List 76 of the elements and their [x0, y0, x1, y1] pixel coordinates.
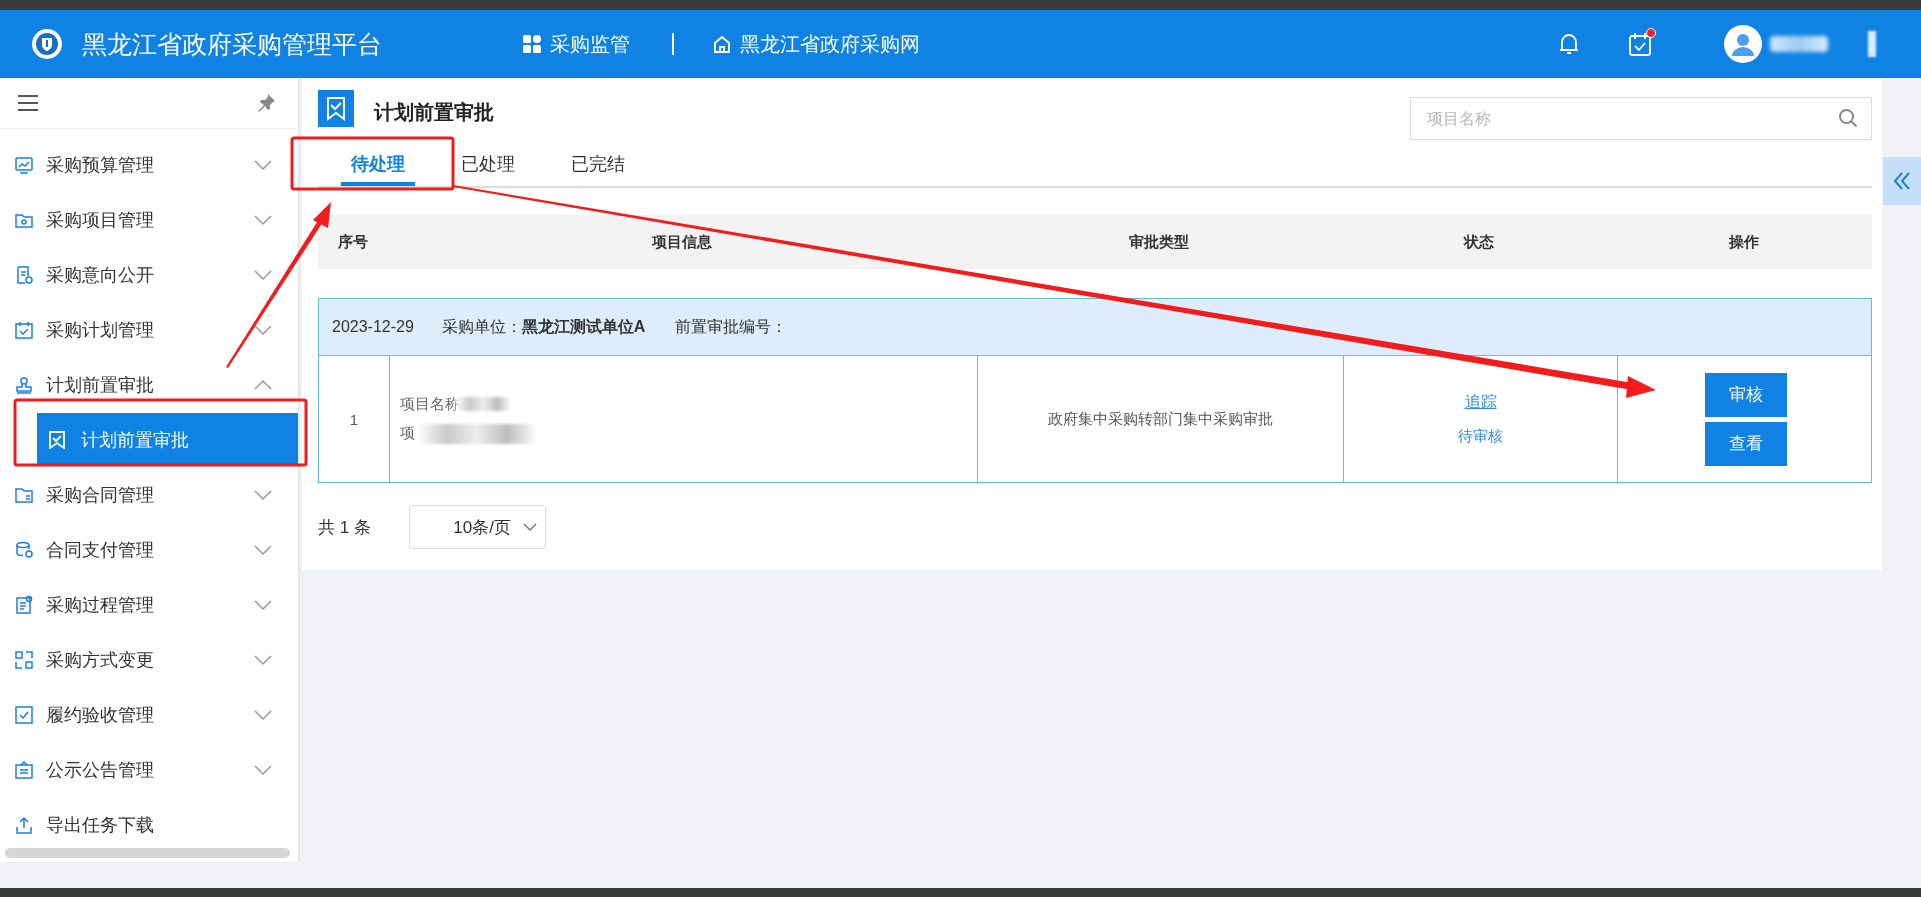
sidebar-item[interactable]: 采购合同管理: [0, 467, 298, 522]
chart-icon: [14, 154, 34, 175]
status-text: 待审核: [1458, 427, 1503, 446]
table-cell: 政府集中采购转部门集中采购审批: [977, 356, 1343, 482]
action-button[interactable]: 查看: [1704, 421, 1787, 466]
action-button[interactable]: 审核: [1704, 372, 1787, 417]
nav-link[interactable]: 黑龙江省政府采购网: [712, 30, 920, 58]
column-header: 操作: [1728, 232, 1760, 252]
stamp-icon: [14, 374, 34, 395]
approval-number-label: 前置审批编号：: [675, 316, 788, 337]
bookmark-icon: [318, 90, 354, 127]
sidebar-item[interactable]: 采购项目管理: [0, 192, 298, 247]
chevron-down-icon: [254, 213, 272, 226]
search-field[interactable]: 项目名称: [1410, 97, 1872, 140]
tab[interactable]: 已处理: [451, 140, 525, 186]
column-header: 状态: [1462, 232, 1495, 252]
sidebar-item[interactable]: 导出任务下载: [0, 797, 298, 852]
info-text: 项目名称: [400, 394, 460, 414]
doc-icon: [14, 264, 34, 285]
column-header: 审批类型: [1128, 232, 1190, 252]
app-title: 黑龙江省政府采购管理平台: [82, 28, 383, 60]
sidebar-item[interactable]: 履约验收管理: [0, 687, 298, 742]
chevron-down-icon: [254, 598, 272, 611]
chevron-down-icon: [254, 323, 272, 336]
table-cell-text: 1: [348, 409, 360, 430]
unit-label: 采购单位：: [441, 316, 522, 337]
calendar-icon: [14, 319, 34, 340]
chevron-down-icon: [522, 522, 537, 532]
double-chevron-icon: [1893, 171, 1911, 191]
tab[interactable]: 已完结: [561, 140, 635, 186]
collapse-button[interactable]: [1883, 157, 1921, 205]
column-header: 项目信息: [651, 232, 713, 252]
board-icon: [14, 759, 34, 780]
clipboard-icon: [14, 594, 34, 615]
group-date: 2023-12-29: [332, 318, 414, 336]
swap-icon: [14, 649, 34, 670]
search-icon[interactable]: [1838, 108, 1858, 128]
chevron-down-icon: [254, 488, 272, 501]
chevron-up-icon: [254, 378, 272, 391]
page-size-select[interactable]: 10条/页: [408, 505, 546, 549]
check-icon: [14, 704, 34, 725]
todo-icon[interactable]: [1626, 30, 1654, 58]
nav-link[interactable]: 采购监管: [522, 30, 630, 58]
unit-name: 黑龙江测试单位A: [521, 316, 646, 337]
menu-icon[interactable]: [18, 95, 38, 111]
page-title: 计划前置审批: [374, 100, 494, 125]
track-link[interactable]: 追踪: [1464, 392, 1497, 413]
sidebar-item[interactable]: 采购预算管理: [0, 137, 298, 192]
chevron-down-icon: [254, 543, 272, 556]
bookmark-icon: [49, 430, 65, 449]
tab[interactable]: 待处理: [341, 140, 415, 186]
chevron-down-icon: [254, 763, 272, 776]
chevron-down-icon: [254, 708, 272, 721]
column-header: 序号: [337, 232, 369, 252]
grid-icon: [522, 34, 542, 54]
avatar-icon[interactable]: [1724, 25, 1762, 63]
upload-icon: [14, 814, 34, 835]
chevron-down-icon: [254, 268, 272, 281]
total-count: 共 1 条: [318, 516, 371, 539]
sidebar-item[interactable]: 合同支付管理: [0, 522, 298, 577]
coins-icon: [14, 539, 34, 560]
emblem-logo: [31, 28, 63, 60]
chevron-down-icon: [254, 653, 272, 666]
info-text: 项: [400, 424, 415, 443]
sidebar-item[interactable]: 采购方式变更: [0, 632, 298, 687]
redacted-mark: [1868, 31, 1876, 57]
sidebar-item[interactable]: 采购意向公开: [0, 247, 298, 302]
sidebar-item[interactable]: 公示公告管理: [0, 742, 298, 797]
sidebar-item[interactable]: 采购计划管理: [0, 302, 298, 357]
pin-icon[interactable]: [256, 93, 276, 113]
sidebar-item[interactable]: 采购过程管理: [0, 577, 298, 632]
home-icon: [712, 34, 732, 54]
chevron-down-icon: [254, 158, 272, 171]
sidebar-item[interactable]: 计划前置审批: [0, 357, 298, 412]
sidebar-subitem[interactable]: 计划前置审批: [37, 413, 298, 466]
scrollbar[interactable]: [5, 848, 290, 858]
